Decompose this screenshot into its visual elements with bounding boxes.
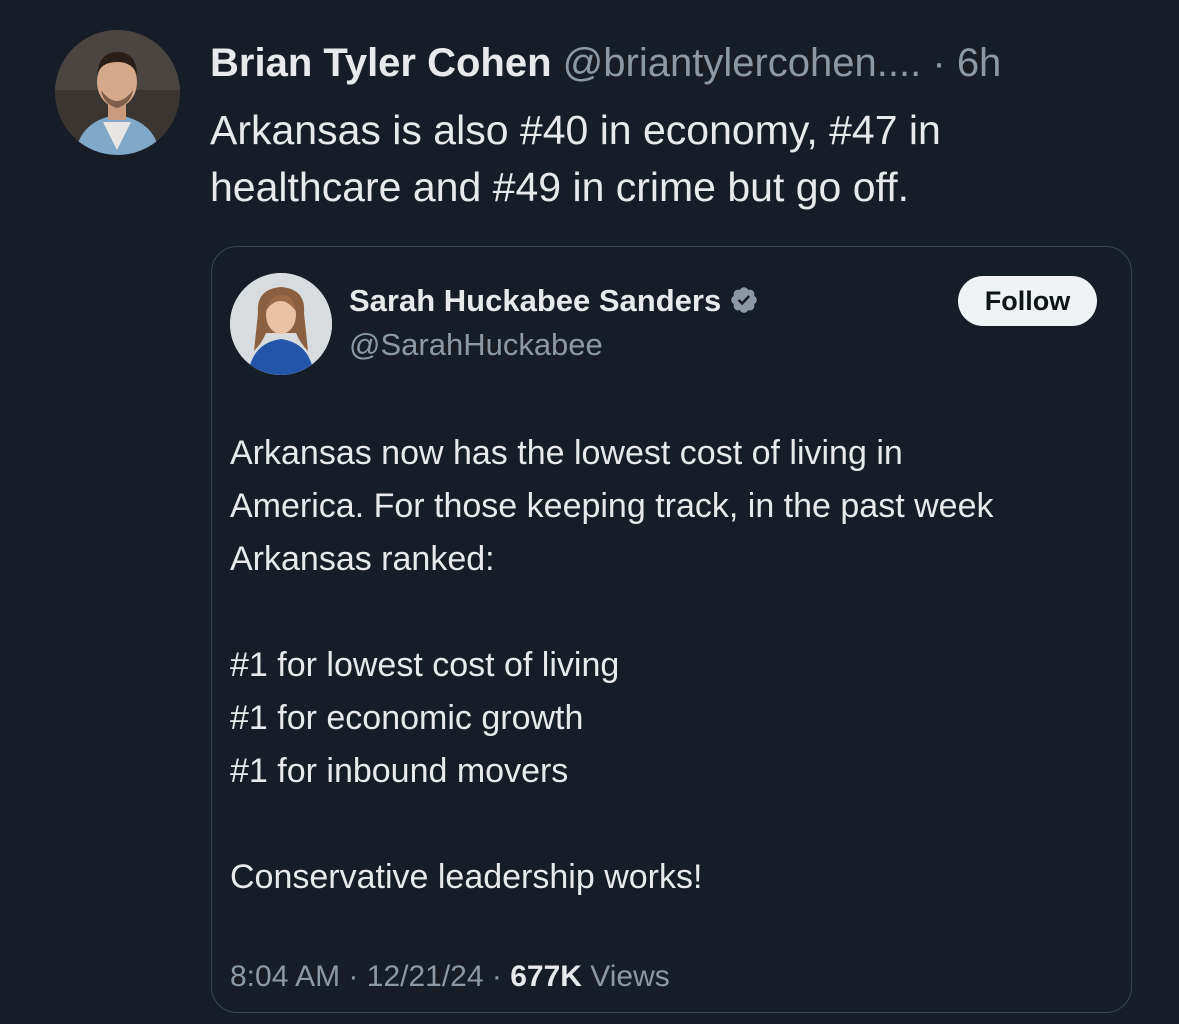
quoted-tweet-card[interactable]: Sarah Huckabee Sanders @SarahHuckabee Fo… xyxy=(211,246,1132,1013)
meta-separator: · xyxy=(491,960,502,993)
views-count: 677K xyxy=(510,960,582,993)
quoted-body-blank-line xyxy=(230,798,1120,851)
quoted-body-line: #1 for economic growth xyxy=(230,699,584,737)
quoted-timestamp[interactable]: 8:04 AM xyxy=(230,960,340,993)
quoted-author-avatar[interactable] xyxy=(230,273,332,375)
tweet[interactable]: Brian Tyler Cohen @briantylercohen.... ·… xyxy=(0,0,1179,1024)
quoted-author-handle[interactable]: @SarahHuckabee xyxy=(349,325,603,365)
quoted-tweet-body: Arkansas now has the lowest cost of livi… xyxy=(230,427,1120,904)
quoted-body-line: #1 for inbound movers xyxy=(230,752,569,790)
views-label: Views xyxy=(590,960,670,993)
quoted-body-line: #1 for lowest cost of living xyxy=(230,646,620,684)
quoted-body-line: Arkansas ranked: xyxy=(230,540,495,578)
tweet-text-line: Arkansas is also #40 in economy, #47 in xyxy=(210,107,941,153)
tweet-time[interactable]: 6h xyxy=(957,41,1002,85)
quoted-tweet-meta: 8:04 AM · 12/21/24 · 677K Views xyxy=(230,957,670,997)
tweet-text-line: healthcare and #49 in crime but go off. xyxy=(210,164,909,210)
quoted-body-blank-line xyxy=(230,586,1120,639)
header-separator: · xyxy=(932,41,946,85)
verified-badge-icon xyxy=(729,285,759,325)
quoted-body-line: Conservative leadership works! xyxy=(230,858,703,896)
meta-separator: · xyxy=(348,960,359,993)
author-name[interactable]: Brian Tyler Cohen xyxy=(210,41,552,85)
tweet-text: Arkansas is also #40 in economy, #47 in … xyxy=(210,102,1150,216)
quoted-author-name[interactable]: Sarah Huckabee Sanders xyxy=(349,281,759,325)
author-avatar[interactable] xyxy=(55,30,180,155)
quoted-date[interactable]: 12/21/24 xyxy=(367,960,484,993)
tweet-header: Brian Tyler Cohen @briantylercohen.... ·… xyxy=(210,38,1001,88)
follow-button[interactable]: Follow xyxy=(958,276,1097,326)
quoted-body-line: America. For those keeping track, in the… xyxy=(230,487,994,525)
quoted-author-name-text: Sarah Huckabee Sanders xyxy=(349,283,722,318)
quoted-body-line: Arkansas now has the lowest cost of livi… xyxy=(230,434,903,472)
author-handle[interactable]: @briantylercohen.... xyxy=(563,41,922,85)
